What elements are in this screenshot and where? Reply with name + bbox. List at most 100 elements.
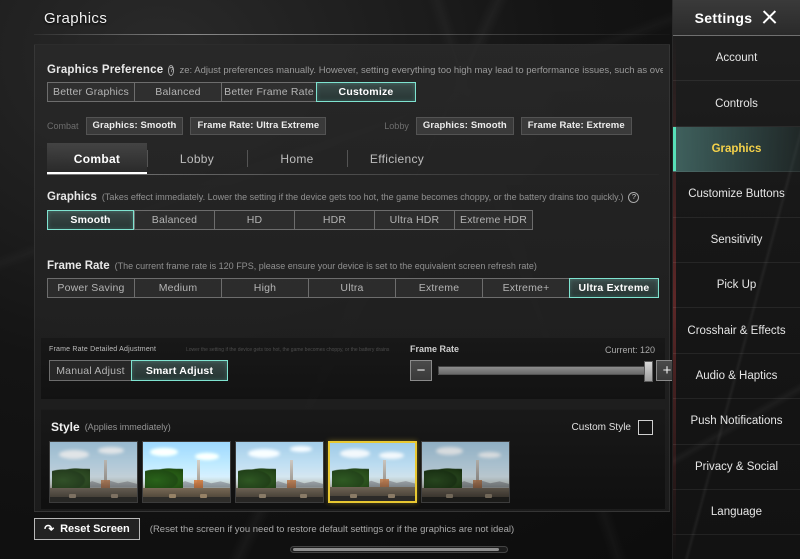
graphics-quality-description: (Takes effect immediately. Lower the set… bbox=[101, 192, 624, 202]
custom-style-label: Custom Style bbox=[571, 422, 631, 433]
combat-summary: Combat Graphics: Smooth Frame Rate: Ultr… bbox=[47, 117, 327, 135]
style-thumbnail-3[interactable] bbox=[235, 441, 324, 503]
style-section: Style (Applies immediately) Custom Style bbox=[41, 409, 665, 509]
preference-option-better-frame-rate[interactable]: Better Frame Rate bbox=[221, 82, 316, 102]
frame-rate-detailed-adjustment: Frame Rate Detailed Adjustment Lower the… bbox=[41, 337, 678, 399]
sidebar-header: Settings bbox=[673, 0, 800, 36]
title-divider bbox=[34, 34, 670, 35]
reset-screen-note: (Reset the screen if you need to restore… bbox=[149, 523, 515, 535]
style-thumbnail-1[interactable] bbox=[49, 441, 138, 503]
style-preview-image bbox=[143, 442, 230, 502]
settings-screen: Graphics Graphics Preference ? ze: Adjus… bbox=[0, 0, 800, 559]
reset-screen-label: Reset Screen bbox=[60, 523, 130, 535]
style-thumbnail-5[interactable] bbox=[421, 441, 510, 503]
graphics-quality-options: Smooth Balanced HD HDR Ultra HDR Extreme… bbox=[47, 210, 533, 230]
sidebar-item-pick-up[interactable]: Pick Up bbox=[673, 263, 800, 309]
combat-graphics-chip: Graphics: Smooth bbox=[85, 117, 184, 135]
graphics-option-extreme-hdr[interactable]: Extreme HDR bbox=[454, 210, 533, 230]
frame-rate-options: Power Saving Medium High Ultra Extreme E… bbox=[47, 278, 659, 298]
frame-rate-option-ultra-extreme[interactable]: Ultra Extreme bbox=[569, 278, 659, 298]
adjust-option-manual[interactable]: Manual Adjust bbox=[49, 360, 131, 381]
frame-rate-description: (The current frame rate is 120 FPS, plea… bbox=[114, 261, 537, 271]
frame-rate-option-extreme-plus[interactable]: Extreme+ bbox=[482, 278, 569, 298]
style-preview-image bbox=[236, 442, 323, 502]
settings-sidebar: Settings Account Controls Graphics Custo… bbox=[672, 0, 800, 559]
graphics-option-ultra-hdr[interactable]: Ultra HDR bbox=[374, 210, 454, 230]
slider-handle[interactable] bbox=[644, 361, 653, 382]
page-title: Graphics bbox=[44, 10, 108, 27]
adjustment-mode-options: Manual Adjust Smart Adjust bbox=[49, 360, 228, 381]
preference-option-customize[interactable]: Customize bbox=[316, 82, 416, 102]
sidebar-item-customize-buttons[interactable]: Customize Buttons bbox=[673, 172, 800, 218]
sidebar-menu: Account Controls Graphics Customize Butt… bbox=[673, 36, 800, 536]
graphics-option-hdr[interactable]: HDR bbox=[294, 210, 374, 230]
style-thumbnail-4[interactable] bbox=[328, 441, 417, 503]
frame-rate-slider-group: − + bbox=[410, 360, 678, 382]
style-header: Style (Applies immediately) bbox=[51, 420, 171, 434]
style-description: (Applies immediately) bbox=[84, 422, 171, 432]
undo-icon: ↶ bbox=[44, 522, 55, 536]
question-mark-icon[interactable]: ? bbox=[168, 64, 175, 76]
sidebar-item-privacy-social[interactable]: Privacy & Social bbox=[673, 445, 800, 490]
sidebar-item-account[interactable]: Account bbox=[673, 36, 800, 82]
close-icon[interactable] bbox=[761, 9, 778, 26]
detailed-adjustment-title: Frame Rate Detailed Adjustment bbox=[49, 346, 157, 353]
frame-rate-option-ultra[interactable]: Ultra bbox=[308, 278, 395, 298]
custom-style-toggle[interactable]: Custom Style bbox=[572, 420, 653, 435]
sidebar-item-push-notifications[interactable]: Push Notifications bbox=[673, 399, 800, 445]
tab-lobby[interactable]: Lobby bbox=[147, 143, 247, 174]
sidebar-item-controls[interactable]: Controls bbox=[673, 81, 800, 127]
graphics-preference-description: ze: Adjust preferences manually. However… bbox=[179, 64, 663, 76]
scene-tabs: Combat Lobby Home Efficiency bbox=[47, 143, 659, 174]
graphics-preference-header: Graphics Preference ? ze: Adjust prefere… bbox=[47, 64, 663, 76]
combat-framerate-chip: Frame Rate: Ultra Extreme bbox=[190, 117, 327, 135]
sidebar-item-audio-haptics[interactable]: Audio & Haptics bbox=[673, 354, 800, 400]
frame-rate-option-extreme[interactable]: Extreme bbox=[395, 278, 482, 298]
question-mark-icon[interactable]: ? bbox=[628, 191, 640, 203]
frame-rate-option-power-saving[interactable]: Power Saving bbox=[47, 278, 134, 298]
preference-option-better-graphics[interactable]: Better Graphics bbox=[47, 82, 134, 102]
lobby-graphics-chip: Graphics: Smooth bbox=[415, 117, 514, 135]
frame-rate-option-medium[interactable]: Medium bbox=[134, 278, 221, 298]
style-preview-image bbox=[422, 442, 509, 502]
sidebar-item-sensitivity[interactable]: Sensitivity bbox=[673, 218, 800, 263]
tabs-divider bbox=[47, 174, 659, 175]
reset-bar: ↶ Reset Screen (Reset the screen if you … bbox=[34, 514, 670, 544]
scrollbar-thumb[interactable] bbox=[293, 548, 499, 551]
graphics-option-smooth[interactable]: Smooth bbox=[47, 210, 134, 230]
style-thumbnails bbox=[49, 441, 510, 503]
reset-screen-button[interactable]: ↶ Reset Screen bbox=[34, 518, 140, 540]
style-thumbnail-2[interactable] bbox=[142, 441, 231, 503]
lobby-summary-caption: Lobby bbox=[384, 121, 409, 131]
graphics-preference-options: Better Graphics Balanced Better Frame Ra… bbox=[47, 82, 416, 102]
sidebar-item-graphics[interactable]: Graphics bbox=[673, 126, 800, 173]
sidebar-item-crosshair-effects[interactable]: Crosshair & Effects bbox=[673, 308, 800, 354]
frame-rate-label: Frame Rate bbox=[47, 260, 110, 272]
graphics-quality-header: Graphics (Takes effect immediately. Lowe… bbox=[47, 191, 640, 203]
frame-rate-slider[interactable] bbox=[438, 361, 653, 382]
frame-rate-header: Frame Rate (The current frame rate is 12… bbox=[47, 260, 537, 272]
style-preview-image bbox=[50, 442, 137, 502]
minus-icon[interactable]: − bbox=[410, 360, 432, 381]
lobby-framerate-chip: Frame Rate: Extreme bbox=[520, 117, 632, 135]
horizontal-scrollbar[interactable] bbox=[290, 546, 508, 553]
custom-style-checkbox[interactable] bbox=[638, 420, 653, 435]
combat-summary-caption: Combat bbox=[47, 121, 79, 131]
sidebar-item-language[interactable]: Language bbox=[673, 490, 800, 536]
graphics-option-hd[interactable]: HD bbox=[214, 210, 294, 230]
graphics-option-balanced[interactable]: Balanced bbox=[134, 210, 214, 230]
style-preview-image bbox=[330, 443, 415, 501]
tab-efficiency[interactable]: Efficiency bbox=[347, 143, 447, 174]
slider-label: Frame Rate bbox=[410, 344, 460, 354]
current-frame-rate-value: Current: 120 bbox=[604, 345, 655, 355]
graphics-settings-panel: Graphics Preference ? ze: Adjust prefere… bbox=[34, 44, 678, 512]
tab-combat[interactable]: Combat bbox=[47, 143, 147, 174]
adjust-option-smart[interactable]: Smart Adjust bbox=[131, 360, 228, 381]
detailed-adjustment-note: Lower the setting if the device gets too… bbox=[186, 347, 390, 353]
style-label: Style bbox=[51, 420, 80, 434]
tab-home[interactable]: Home bbox=[247, 143, 347, 174]
graphics-preference-label: Graphics Preference bbox=[47, 64, 164, 76]
frame-rate-option-high[interactable]: High bbox=[221, 278, 308, 298]
sidebar-title: Settings bbox=[694, 9, 753, 26]
preference-option-balanced[interactable]: Balanced bbox=[134, 82, 221, 102]
